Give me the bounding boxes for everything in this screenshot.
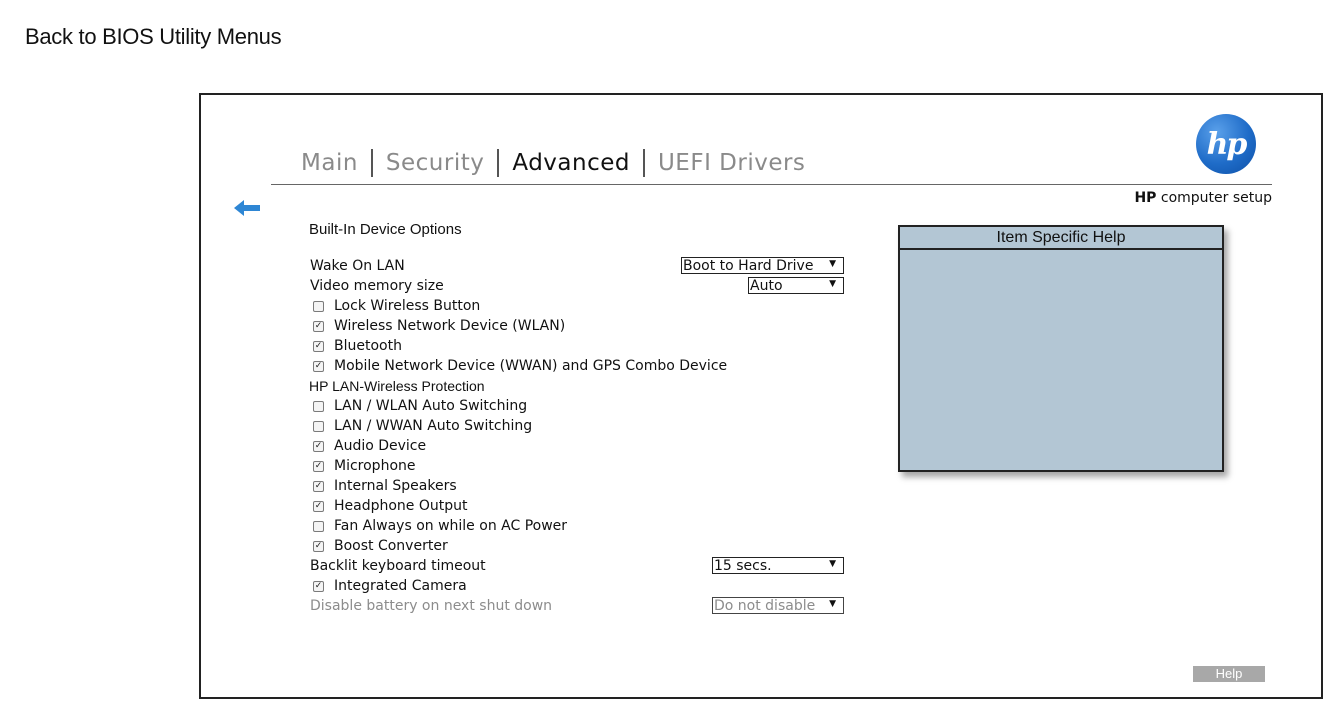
tab-underline-divider <box>271 184 1272 185</box>
settings-list: Wake On LAN Boot to Hard Drive ▼ Video memo… <box>309 256 849 616</box>
tab-security[interactable]: Security <box>386 150 484 176</box>
setting-row: Wake On LAN Boot to Hard Drive ▼ <box>309 256 849 276</box>
setting-label: Video memory size <box>310 278 444 294</box>
tab-uefi-drivers[interactable]: UEFI Drivers <box>658 150 805 176</box>
setting-label: Headphone Output <box>334 498 468 514</box>
setting-label: Lock Wireless Button <box>334 298 481 314</box>
setting-row: Backlit keyboard timeout 15 secs. ▼ <box>309 556 849 576</box>
setting-row: Video memory size Auto ▼ <box>309 276 849 296</box>
unchecked-checkbox[interactable] <box>313 300 324 312</box>
setting-label: Internal Speakers <box>334 478 457 494</box>
unchecked-checkbox[interactable] <box>313 520 324 532</box>
setting-label: Audio Device <box>334 438 427 454</box>
setting-row: Disable battery on next shut down Do not … <box>309 596 849 616</box>
dropdown-arrow-icon: ▼ <box>829 279 836 289</box>
dropdown-value: Boot to Hard Drive <box>683 257 814 274</box>
setting-label: Mobile Network Device (WWAN) and GPS Com… <box>334 358 728 374</box>
setting-row: Lock Wireless Button <box>309 296 849 316</box>
help-button[interactable]: Help <box>1193 666 1265 682</box>
checked-checkbox[interactable]: ✓ <box>313 460 324 472</box>
dropdown-arrow-icon: ▼ <box>829 599 836 609</box>
setting-label: Disable battery on next shut down <box>310 598 553 614</box>
setting-label: LAN / WWAN Auto Switching <box>334 418 533 434</box>
setting-label: Fan Always on while on AC Power <box>334 518 568 534</box>
setting-dropdown[interactable]: Boot to Hard Drive ▼ <box>681 257 844 274</box>
dropdown-value: Do not disable <box>714 597 816 614</box>
dropdown-value: 15 secs. <box>714 557 772 574</box>
setting-row: ✓ Wireless Network Device (WLAN) <box>309 316 849 336</box>
help-panel-title: Item Specific Help <box>900 227 1222 250</box>
checked-checkbox[interactable]: ✓ <box>313 340 324 352</box>
dropdown-value: Auto <box>750 277 783 294</box>
checked-checkbox[interactable]: ✓ <box>313 440 324 452</box>
setting-label: Wake On LAN <box>310 258 405 274</box>
checked-checkbox[interactable]: ✓ <box>313 320 324 332</box>
tab-divider <box>642 149 645 177</box>
setting-row: HP LAN-Wireless Protection <box>309 376 849 396</box>
setting-row: ✓ Headphone Output <box>309 496 849 516</box>
setting-dropdown: Do not disable ▼ <box>712 597 844 614</box>
section-title: Built-In Device Options <box>309 221 462 238</box>
checked-checkbox[interactable]: ✓ <box>313 500 324 512</box>
tab-main[interactable]: Main <box>301 150 358 176</box>
setting-label: Integrated Camera <box>334 578 467 594</box>
setting-row: ✓ Audio Device <box>309 436 849 456</box>
tab-bar: Main Security Advanced UEFI Drivers <box>301 145 805 181</box>
setting-row: ✓ Integrated Camera <box>309 576 849 596</box>
item-specific-help-panel: Item Specific Help <box>898 225 1224 472</box>
setting-row: Fan Always on while on AC Power <box>309 516 849 536</box>
left-arrow-icon[interactable] <box>234 199 261 217</box>
computer-setup-window: Main Security Advanced UEFI Drivers hp H… <box>199 93 1323 699</box>
hp-logo-icon: hp <box>1196 114 1256 174</box>
checked-checkbox[interactable]: ✓ <box>313 480 324 492</box>
checked-checkbox[interactable]: ✓ <box>313 360 324 372</box>
setting-row: LAN / WWAN Auto Switching <box>309 416 849 436</box>
setting-dropdown[interactable]: Auto ▼ <box>748 277 844 294</box>
setting-row: ✓ Bluetooth <box>309 336 849 356</box>
setting-row: ✓ Microphone <box>309 456 849 476</box>
tab-advanced[interactable]: Advanced <box>512 150 630 176</box>
tab-divider <box>497 149 500 177</box>
tab-divider <box>370 149 373 177</box>
group-heading: HP LAN-Wireless Protection <box>309 378 485 394</box>
computer-setup-title: HP computer setup <box>1134 190 1272 206</box>
setting-label: Bluetooth <box>334 338 402 354</box>
dropdown-arrow-icon: ▼ <box>829 559 836 569</box>
brand-name: HP <box>1134 190 1157 206</box>
setting-label: Boost Converter <box>334 538 448 554</box>
setting-label: Microphone <box>334 458 416 474</box>
setting-label: Wireless Network Device (WLAN) <box>334 318 566 334</box>
setting-dropdown[interactable]: 15 secs. ▼ <box>712 557 844 574</box>
setting-row: LAN / WLAN Auto Switching <box>309 396 849 416</box>
unchecked-checkbox[interactable] <box>313 420 324 432</box>
back-to-bios-menus-link[interactable]: Back to BIOS Utility Menus <box>25 24 282 50</box>
setting-row: ✓ Internal Speakers <box>309 476 849 496</box>
dropdown-arrow-icon: ▼ <box>829 259 836 269</box>
brand-subtitle: computer setup <box>1160 190 1272 206</box>
unchecked-checkbox[interactable] <box>313 400 324 412</box>
setting-label: Backlit keyboard timeout <box>310 558 486 574</box>
setting-row: ✓ Mobile Network Device (WWAN) and GPS Co… <box>309 356 849 376</box>
setting-row: ✓ Boost Converter <box>309 536 849 556</box>
checked-checkbox[interactable]: ✓ <box>313 540 324 552</box>
checked-checkbox[interactable]: ✓ <box>313 580 324 592</box>
setting-label: LAN / WLAN Auto Switching <box>334 398 528 414</box>
